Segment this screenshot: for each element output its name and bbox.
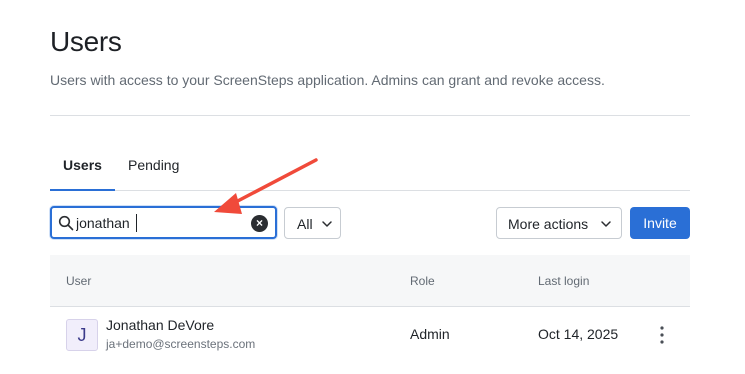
more-actions-label: More actions <box>508 216 589 232</box>
table-header: User Role Last login <box>50 255 690 307</box>
user-role: Admin <box>410 326 450 342</box>
chevron-down-icon <box>322 221 332 227</box>
role-filter-value: All <box>297 216 313 232</box>
invite-button[interactable]: Invite <box>630 207 690 239</box>
tabs-bar: Users Pending <box>50 150 690 191</box>
kebab-menu-icon[interactable] <box>654 324 670 346</box>
page-title: Users <box>50 26 122 57</box>
clear-search-icon[interactable]: × <box>251 215 268 232</box>
search-icon <box>58 215 74 231</box>
role-filter-select[interactable]: All <box>284 207 341 239</box>
more-actions-button[interactable]: More actions <box>496 207 622 239</box>
page-description: Users with access to your ScreenSteps ap… <box>50 72 605 88</box>
tab-users[interactable]: Users <box>50 150 115 191</box>
search-input[interactable] <box>76 213 246 233</box>
user-last-login: Oct 14, 2025 <box>538 326 619 342</box>
column-header-user[interactable]: User <box>66 274 91 288</box>
search-box[interactable]: × <box>50 206 277 239</box>
chevron-down-icon <box>601 221 611 227</box>
column-header-last-login[interactable]: Last login <box>538 274 589 288</box>
avatar: J <box>66 319 98 351</box>
user-email: ja+demo@screensteps.com <box>106 337 256 351</box>
user-name[interactable]: Jonathan DeVore <box>106 317 214 333</box>
tab-pending[interactable]: Pending <box>128 150 179 191</box>
text-caret <box>136 214 137 232</box>
header-divider <box>50 115 690 116</box>
column-header-role[interactable]: Role <box>410 274 435 288</box>
table-row[interactable]: J Jonathan DeVore ja+demo@screensteps.co… <box>50 307 690 367</box>
